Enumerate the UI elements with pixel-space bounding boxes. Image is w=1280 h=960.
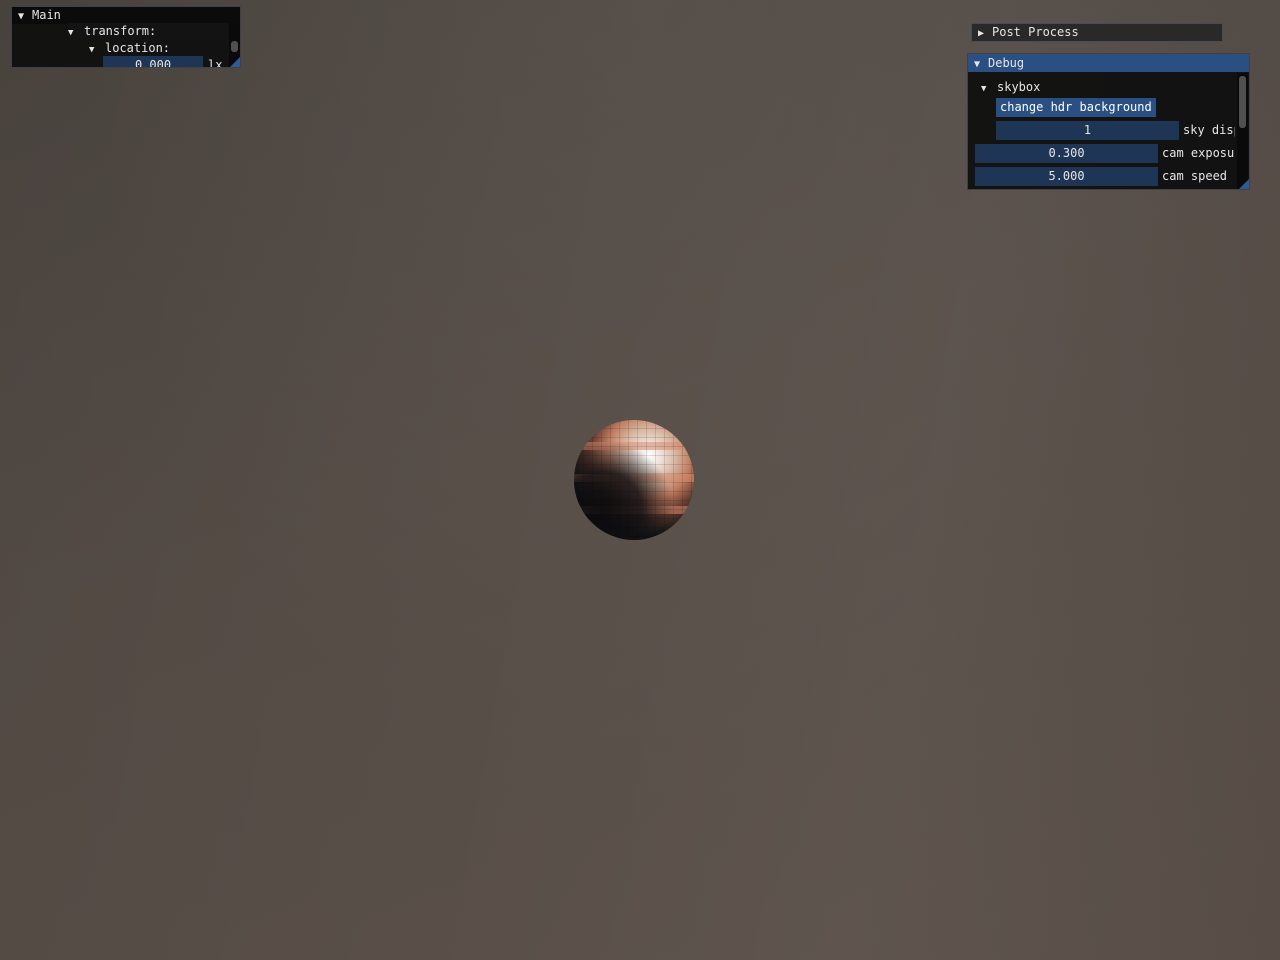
main-window-titlebar[interactable]: ▼ Main: [12, 7, 240, 24]
tree-expanded-icon[interactable]: ▼: [89, 42, 99, 59]
tree-collapsed-icon[interactable]: ▶: [978, 25, 992, 41]
cam-speed-input[interactable]: 5.000: [975, 167, 1158, 186]
debug-window-titlebar[interactable]: ▼ Debug: [968, 54, 1249, 72]
cam-exposure-input[interactable]: 0.300: [975, 144, 1158, 163]
debug-window[interactable]: ▼ Debug ▼ skybox change hdr background 1 s…: [967, 53, 1250, 190]
tree-expanded-icon[interactable]: ▼: [974, 56, 988, 74]
location-x-label: lx: [208, 58, 222, 68]
cam-exposure-label: cam exposur: [1162, 146, 1235, 160]
tree-node-location[interactable]: ▼ location:: [89, 40, 170, 57]
post-process-window[interactable]: ▶ Post Process: [971, 23, 1223, 42]
transform-label: transform:: [84, 24, 157, 38]
planet-sphere: [574, 420, 694, 540]
location-x-input[interactable]: 0.000: [103, 56, 203, 67]
skybox-label: skybox: [997, 80, 1041, 94]
post-process-titlebar[interactable]: ▶ Post Process: [972, 24, 1222, 41]
debug-window-title: Debug: [988, 56, 1025, 70]
sky-display-label: sky disp: [1183, 123, 1235, 137]
main-window-resize-grip[interactable]: [230, 57, 240, 67]
cam-speed-label: cam speed: [1162, 169, 1228, 183]
debug-window-scrollbar[interactable]: [1237, 73, 1248, 189]
change-hdr-background-button[interactable]: change hdr background: [996, 98, 1156, 117]
main-window-scroll-grab[interactable]: [231, 41, 238, 52]
debug-window-scroll-grab[interactable]: [1239, 76, 1246, 128]
post-process-title: Post Process: [992, 25, 1079, 39]
tree-node-skybox[interactable]: ▼ skybox: [981, 79, 1040, 96]
main-window-title: Main: [32, 8, 61, 22]
tree-expanded-icon[interactable]: ▼: [18, 8, 32, 25]
tree-node-transform[interactable]: ▼ transform:: [68, 23, 228, 40]
location-label: location:: [105, 41, 171, 55]
tree-expanded-icon[interactable]: ▼: [68, 25, 78, 42]
sky-display-input[interactable]: 1: [996, 121, 1179, 140]
debug-window-resize-grip[interactable]: [1239, 179, 1249, 189]
main-window[interactable]: ▼ Main ▼ transform: ▼ location: 0.000 lx: [11, 6, 241, 68]
tree-expanded-icon[interactable]: ▼: [981, 81, 991, 98]
